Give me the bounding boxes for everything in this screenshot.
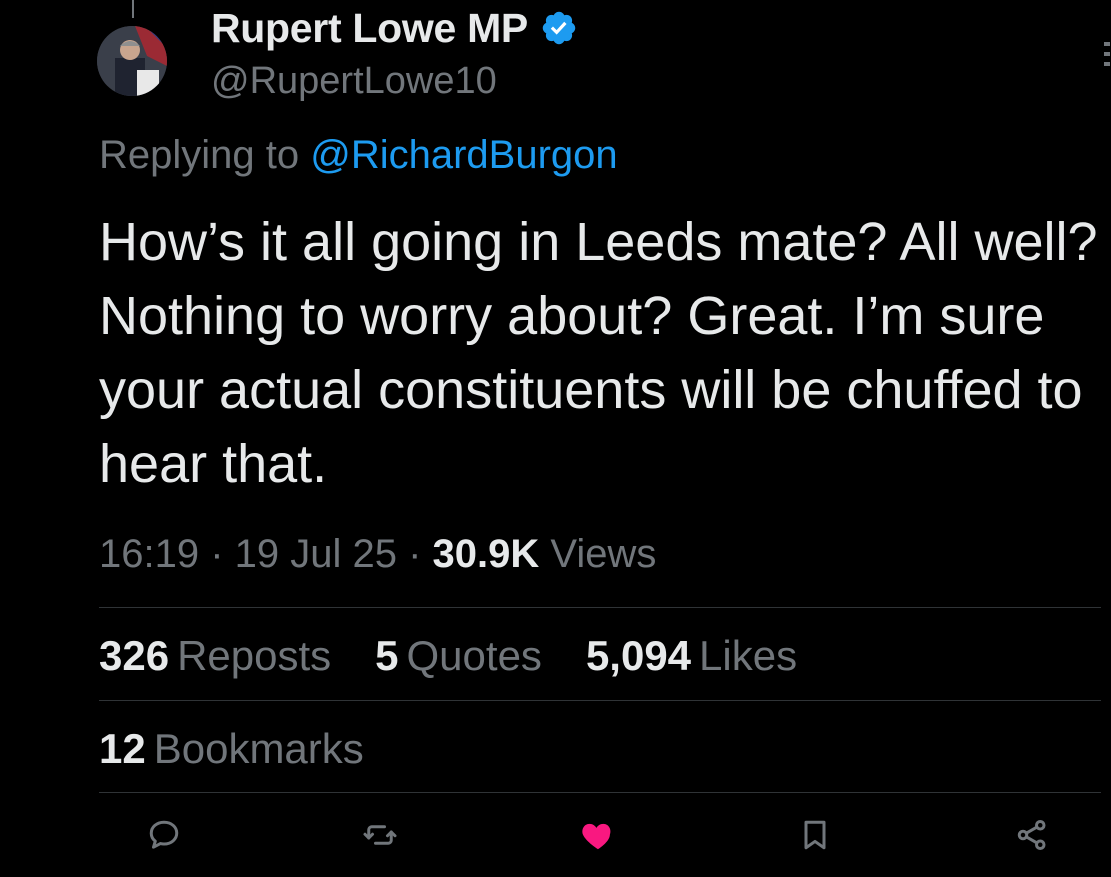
bookmarks-label: Bookmarks xyxy=(153,725,364,772)
likes-stat[interactable]: 5,094 Likes xyxy=(586,632,797,680)
engagement-stats: 326 Reposts 5 Quotes 5,094 Likes xyxy=(99,632,797,680)
likes-count: 5,094 xyxy=(585,632,692,679)
meta-separator-2: · xyxy=(397,532,433,576)
author-handle[interactable]: @RupertLowe10 xyxy=(211,60,497,103)
bookmarks-count: 12 xyxy=(99,725,146,772)
share-icon[interactable] xyxy=(1009,812,1055,858)
tweet-time[interactable]: 16:19 xyxy=(99,532,199,576)
reposts-count: 326 xyxy=(99,632,170,679)
views-label: Views xyxy=(539,532,657,576)
divider-top xyxy=(99,607,1101,608)
thread-connector-line xyxy=(132,0,134,18)
verified-badge-icon[interactable] xyxy=(540,9,578,47)
replying-to-line: Replying to @RichardBurgon xyxy=(99,133,618,178)
action-bar xyxy=(0,812,1111,858)
likes-label: Likes xyxy=(699,632,798,679)
repost-icon[interactable] xyxy=(357,812,403,858)
avatar-image xyxy=(97,26,167,96)
replying-to-label: Replying to xyxy=(99,133,311,177)
bookmark-icon[interactable] xyxy=(792,812,838,858)
views-count: 30.9K xyxy=(432,532,540,576)
quotes-label: Quotes xyxy=(406,632,542,679)
tweet-metadata: 16:19 · 19 Jul 25 · 30.9K Views xyxy=(99,532,656,577)
avatar[interactable] xyxy=(97,26,167,96)
author-display-name[interactable]: Rupert Lowe MP xyxy=(211,5,528,52)
more-options-icon[interactable] xyxy=(1100,40,1111,68)
like-icon[interactable] xyxy=(575,812,621,858)
divider-bottom xyxy=(99,792,1101,793)
divider-middle xyxy=(99,700,1101,701)
reposts-label: Reposts xyxy=(177,632,332,679)
reply-mention-link[interactable]: @RichardBurgon xyxy=(310,133,617,177)
reposts-stat[interactable]: 326 Reposts xyxy=(99,632,331,680)
author-name-row: Rupert Lowe MP xyxy=(211,5,578,51)
reply-icon[interactable] xyxy=(141,812,187,858)
quotes-count: 5 xyxy=(375,632,399,679)
tweet-date[interactable]: 19 Jul 25 xyxy=(235,532,397,576)
meta-separator: · xyxy=(199,532,235,576)
tweet-text: How’s it all going in Leeds mate? All we… xyxy=(99,212,1098,494)
quotes-stat[interactable]: 5 Quotes xyxy=(375,632,542,680)
bookmarks-stat[interactable]: 12 Bookmarks xyxy=(99,725,364,773)
